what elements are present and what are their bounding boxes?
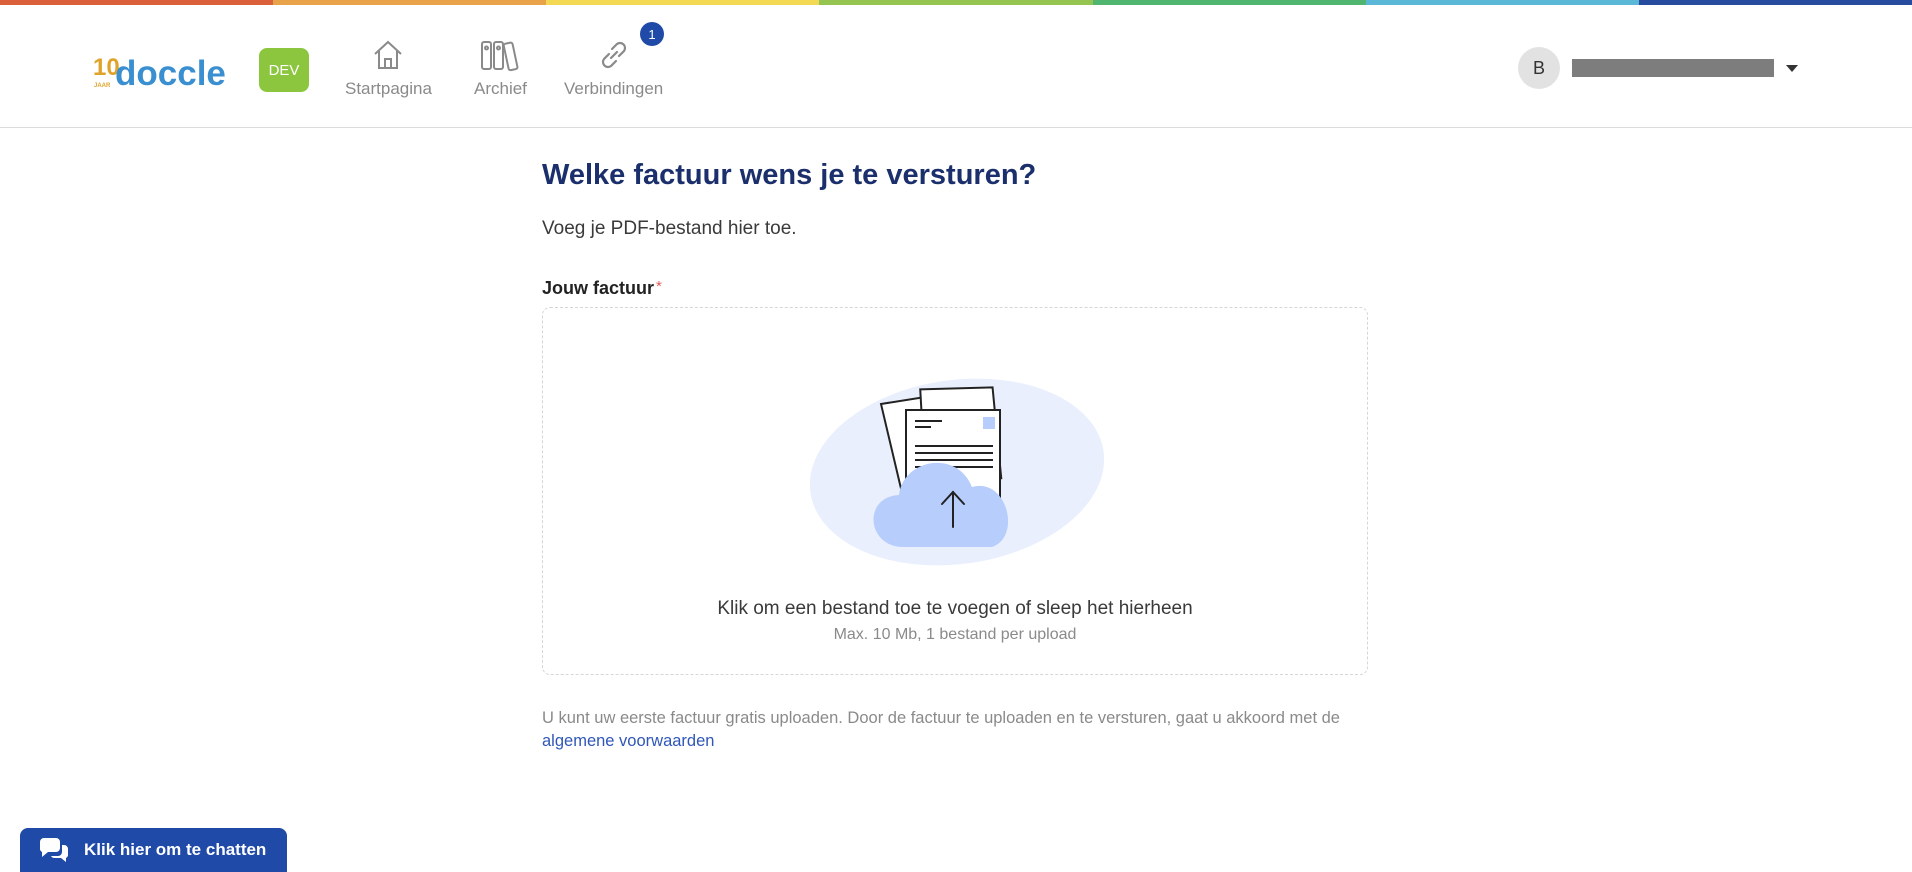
username-redacted xyxy=(1572,59,1774,77)
required-marker: * xyxy=(656,278,662,295)
archive-icon xyxy=(480,35,520,75)
logo-brand: doccle xyxy=(115,54,226,93)
env-badge: DEV xyxy=(259,48,309,92)
terms-link[interactable]: algemene voorwaarden xyxy=(542,732,714,750)
page-title: Welke factuur wens je te versturen? xyxy=(542,159,1037,191)
home-icon xyxy=(368,35,408,75)
disclaimer-text: U kunt uw eerste factuur gratis uploaden… xyxy=(542,709,1340,727)
user-menu[interactable]: B xyxy=(1518,47,1798,89)
intro-text: Voeg je PDF-bestand hier toe. xyxy=(542,218,797,239)
chat-icon xyxy=(39,838,69,862)
chevron-down-icon xyxy=(1786,64,1798,72)
field-label-text: Jouw factuur xyxy=(542,278,655,298)
doccle-logo[interactable]: 10 JAAR doccle xyxy=(93,49,243,99)
dropzone-subtitle: Max. 10 Mb, 1 bestand per upload xyxy=(833,626,1077,643)
terms-disclaimer: U kunt uw eerste factuur gratis uploaden… xyxy=(542,707,1369,753)
logo-years-sub: JAAR xyxy=(94,83,111,89)
nav-label: Startpagina xyxy=(345,79,432,98)
file-dropzone[interactable]: Klik om een bestand toe te voegen of sle… xyxy=(542,307,1368,675)
top-header: 10 JAAR doccle DEV Startpagina Archief V… xyxy=(0,5,1912,128)
chat-button[interactable]: Klik hier om te chatten xyxy=(20,828,287,872)
main-content: Welke factuur wens je te versturen? Voeg… xyxy=(542,155,1369,753)
avatar: B xyxy=(1518,47,1560,89)
notification-badge: 1 xyxy=(640,22,664,46)
nav-archief[interactable]: Archief xyxy=(474,35,527,99)
dropzone-title: Klik om een bestand toe te voegen of sle… xyxy=(717,598,1193,619)
nav-label: Archief xyxy=(474,79,527,98)
cloud-upload-illustration xyxy=(809,378,1105,566)
nav-startpagina[interactable]: Startpagina xyxy=(345,35,432,99)
nav-label: Verbindingen xyxy=(564,79,664,98)
field-label: Jouw factuur * xyxy=(542,278,1369,299)
link-icon xyxy=(594,35,634,75)
chat-label: Klik hier om te chatten xyxy=(84,840,267,859)
